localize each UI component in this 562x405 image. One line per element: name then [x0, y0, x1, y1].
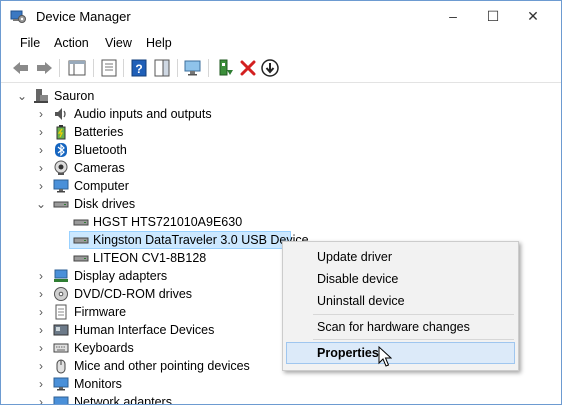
tree-device-hgst[interactable]: HGST HTS721010A9E630 [1, 213, 561, 231]
expand-chevron-icon[interactable]: › [34, 357, 48, 375]
maximize-button[interactable]: ☐ [473, 1, 513, 31]
forward-arrow-icon[interactable] [34, 58, 54, 78]
tree-device-label: HGST HTS721010A9E630 [93, 215, 243, 229]
expand-chevron-icon[interactable]: › [34, 393, 48, 404]
toolbar-separator [93, 59, 94, 77]
tree-category-label: Audio inputs and outputs [74, 107, 212, 121]
help-icon[interactable]: ? [129, 58, 149, 78]
menu-item-uninstall-device[interactable]: Uninstall device [317, 294, 405, 308]
expand-chevron-icon[interactable]: › [34, 339, 48, 357]
menu-file[interactable]: File [20, 36, 40, 50]
expand-chevron-icon[interactable]: › [34, 105, 48, 123]
firmware-icon [55, 304, 67, 320]
tree-category-label: Network adapters [74, 395, 172, 405]
tree-category-label: Keyboards [74, 341, 134, 355]
tree-category-monitors[interactable]: › Monitors [1, 375, 561, 393]
expand-chevron-icon[interactable]: › [34, 321, 48, 339]
toolbar-separator [208, 59, 209, 77]
tree-category-label: Firmware [74, 305, 127, 319]
expand-chevron-icon[interactable]: › [34, 267, 48, 285]
tree-category-label: Computer [74, 179, 129, 193]
expand-chevron-icon[interactable]: › [34, 177, 48, 195]
expand-chevron-icon[interactable]: › [34, 141, 48, 159]
tree-category-label: DVD/CD-ROM drives [74, 287, 193, 301]
disk-drive-icon [73, 219, 89, 226]
tree-device-label: Kingston DataTraveler 3.0 USB Device [93, 233, 309, 247]
tree-category-label: Human Interface Devices [74, 323, 215, 337]
monitor-icon [53, 179, 69, 193]
tree-category-label: Batteries [74, 125, 124, 139]
menu-item-update-driver[interactable]: Update driver [317, 250, 392, 264]
tree-category-label: Display adapters [74, 269, 168, 283]
expand-chevron-icon[interactable]: › [34, 159, 48, 177]
tree-category-label: Cameras [74, 161, 125, 175]
action-pane-icon[interactable] [152, 58, 172, 78]
display-adapter-icon [54, 269, 68, 282]
tree-category-network-adapters[interactable]: › Network adapters [1, 393, 561, 405]
toolbar-separator [177, 59, 178, 77]
tree-category-label: Mice and other pointing devices [74, 359, 250, 373]
tree-root-label: Sauron [54, 89, 95, 103]
menu-help[interactable]: Help [146, 36, 172, 50]
tree-category-bluetooth[interactable]: › Bluetooth [1, 141, 561, 159]
mouse-icon [56, 359, 66, 374]
keyboard-icon [53, 343, 69, 353]
properties-sheet-icon[interactable] [99, 58, 119, 78]
menu-separator [313, 339, 514, 340]
camera-icon [54, 160, 68, 175]
tree-category-disk-drives[interactable]: ⌄ Disk drives [1, 195, 561, 213]
collapse-chevron-icon[interactable]: ⌄ [15, 87, 29, 105]
show-hide-console-tree-icon[interactable] [67, 58, 87, 78]
tree-category-label: Monitors [74, 377, 122, 391]
tree-category-cameras[interactable]: › Cameras [1, 159, 561, 177]
expand-chevron-icon[interactable]: › [34, 285, 48, 303]
menu-item-scan-hardware[interactable]: Scan for hardware changes [317, 320, 470, 334]
uninstall-red-x-icon[interactable] [238, 58, 258, 78]
scan-hardware-icon[interactable] [183, 58, 203, 78]
computer-root-icon [34, 89, 48, 103]
menu-item-disable-device[interactable]: Disable device [317, 272, 398, 286]
menu-bar: File Action View Help [1, 32, 561, 54]
svg-text:?: ? [135, 62, 142, 76]
menu-action[interactable]: Action [54, 36, 89, 50]
expand-chevron-icon[interactable]: › [34, 303, 48, 321]
expand-chevron-icon[interactable]: › [34, 375, 48, 393]
toolbar-separator [59, 59, 60, 77]
toolbar: ? [1, 54, 561, 83]
window-title: Device Manager [36, 9, 131, 24]
tree-category-label: Disk drives [74, 197, 136, 211]
mouse-cursor-icon [378, 346, 392, 367]
menu-item-properties[interactable]: Properties [317, 346, 379, 360]
menu-separator [313, 314, 514, 315]
close-window-button[interactable]: ✕ [513, 1, 553, 31]
collapse-chevron-icon[interactable]: ⌄ [34, 195, 48, 213]
back-arrow-icon[interactable] [11, 58, 31, 78]
context-menu: Update driver Disable device Uninstall d… [282, 241, 519, 371]
tree-category-computer[interactable]: › Computer [1, 177, 561, 195]
tree-root-node[interactable]: ⌄ Sauron [1, 87, 561, 105]
tree-category-batteries[interactable]: › Batteries [1, 123, 561, 141]
tree-device-label: LITEON CV1-8B128 [93, 251, 207, 265]
device-manager-app-icon [10, 10, 26, 23]
disk-drive-icon [73, 237, 89, 244]
disk-drive-icon [53, 201, 69, 208]
disable-device-icon[interactable] [260, 58, 280, 78]
expand-chevron-icon[interactable]: › [34, 123, 48, 141]
monitor-icon [53, 377, 69, 391]
toolbar-separator [123, 59, 124, 77]
minimize-button[interactable]: – [433, 1, 473, 31]
update-driver-icon[interactable] [215, 58, 235, 78]
battery-icon [56, 125, 66, 140]
title-bar[interactable]: Device Manager – ☐ ✕ [1, 1, 561, 31]
network-adapter-icon [53, 396, 69, 404]
tree-category-audio[interactable]: › Audio inputs and outputs [1, 105, 561, 123]
menu-view[interactable]: View [105, 36, 132, 50]
dvd-drive-icon [54, 287, 68, 301]
tree-category-label: Bluetooth [74, 143, 127, 157]
hid-icon [53, 324, 69, 336]
device-manager-window: Device Manager – ☐ ✕ File Action View He… [0, 0, 562, 405]
disk-drive-icon [73, 255, 89, 262]
speaker-icon [55, 108, 66, 120]
bluetooth-icon [55, 143, 67, 157]
